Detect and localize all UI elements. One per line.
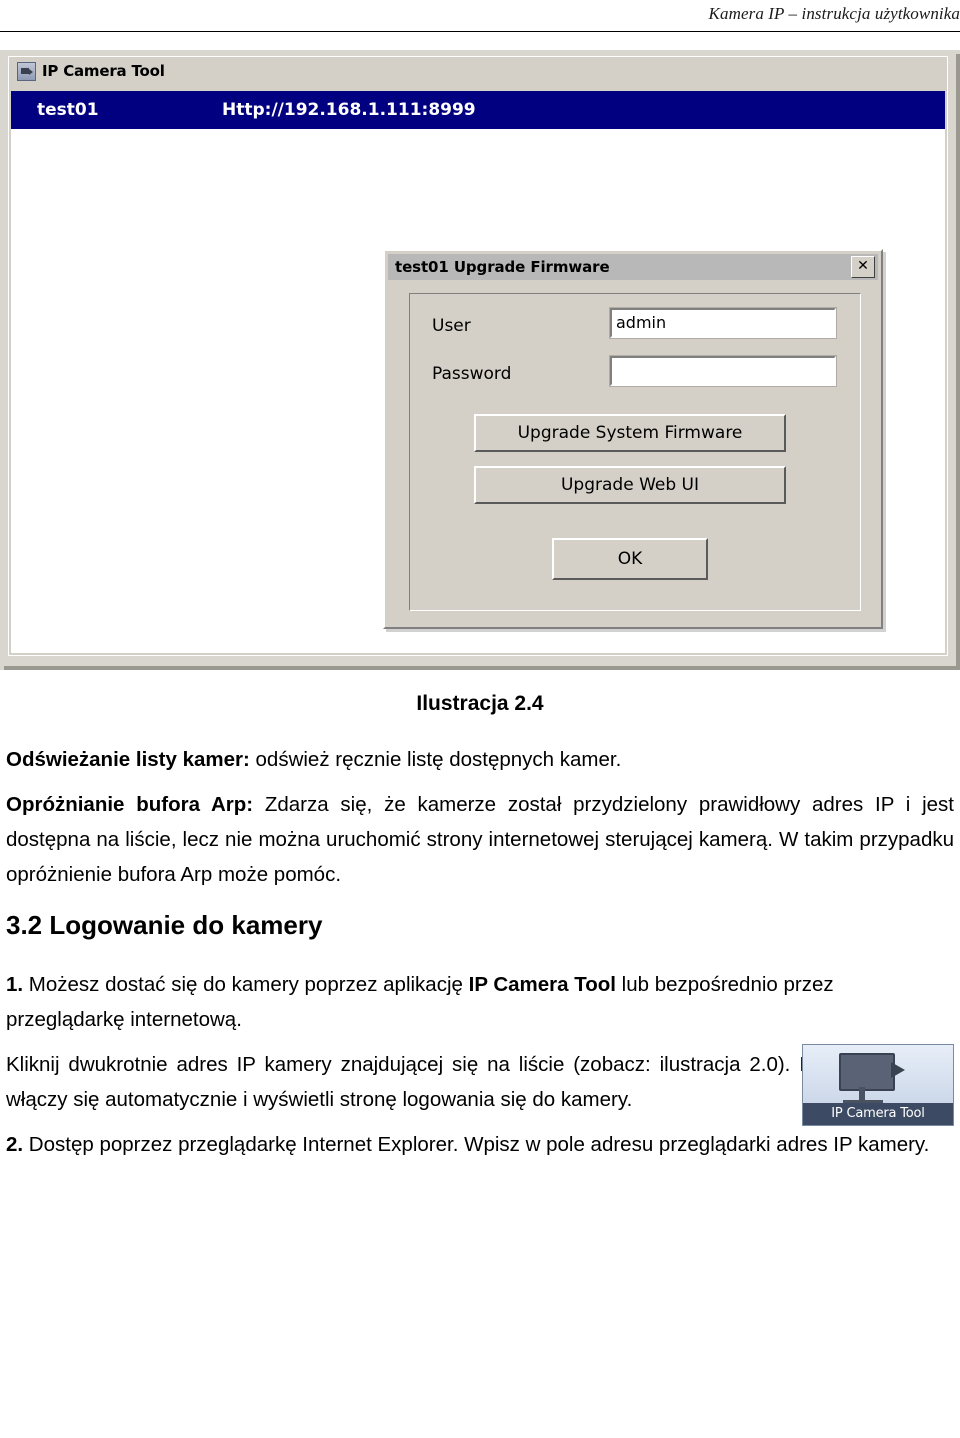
paragraph-arp-bold: Opróżnianie bufora Arp: bbox=[6, 793, 254, 816]
running-title: Kamera IP – instrukcja użytkownika bbox=[708, 4, 960, 23]
paragraph-item-2: 2. Dostęp poprzez przeglądarkę Internet … bbox=[6, 1127, 954, 1162]
upgrade-web-ui-button[interactable]: Upgrade Web UI bbox=[474, 466, 786, 504]
window-titlebar: IP Camera Tool bbox=[9, 57, 947, 85]
upgrade-firmware-dialog: test01 Upgrade Firmware ✕ User admin Pas… bbox=[383, 249, 883, 629]
figure-screenshot: IP Camera Tool test01 Http://192.168.1.1… bbox=[0, 50, 960, 670]
upgrade-system-firmware-button[interactable]: Upgrade System Firmware bbox=[474, 414, 786, 452]
camera-list-row[interactable]: test01 Http://192.168.1.111:8999 bbox=[11, 91, 945, 129]
page-header: Kamera IP – instrukcja użytkownika bbox=[0, 0, 960, 40]
camera-url: Http://192.168.1.111:8999 bbox=[222, 100, 476, 120]
figure-caption: Ilustracja 2.4 bbox=[416, 692, 544, 715]
paragraph-item-1-bold: IP Camera Tool bbox=[468, 973, 616, 996]
figure-shadow-right bbox=[956, 54, 960, 670]
section-heading-3-2: 3.2 Logowanie do kamery bbox=[6, 910, 323, 940]
paragraph-refresh-text: odśwież ręcznie listę dostępnych kamer. bbox=[249, 748, 622, 771]
paragraph-item-1: 1. Możesz dostać się do kamery poprzez a… bbox=[6, 967, 954, 1037]
paragraph-arp: Opróżnianie bufora Arp: Zdarza się, że k… bbox=[6, 787, 954, 892]
password-label: Password bbox=[432, 364, 512, 384]
window-title: IP Camera Tool bbox=[42, 62, 165, 80]
camera-name: test01 bbox=[37, 100, 99, 120]
paragraph-item-1-text-a: Możesz dostać się do kamery poprzez apli… bbox=[23, 973, 469, 996]
dialog-title: test01 Upgrade Firmware bbox=[395, 258, 610, 276]
figure-shadow-bottom bbox=[4, 666, 960, 670]
close-icon[interactable]: ✕ bbox=[851, 256, 875, 278]
ok-button[interactable]: OK bbox=[552, 538, 708, 580]
ip-camera-tool-window: IP Camera Tool test01 Http://192.168.1.1… bbox=[8, 56, 948, 656]
paragraph-item-2-number: 2. bbox=[6, 1133, 24, 1156]
dialog-titlebar: test01 Upgrade Firmware ✕ bbox=[388, 254, 878, 280]
dialog-content-panel: User admin Password Upgrade System Firmw… bbox=[409, 293, 861, 611]
user-label: User bbox=[432, 316, 471, 336]
user-input[interactable]: admin bbox=[609, 307, 837, 339]
camera-body-icon bbox=[839, 1053, 905, 1091]
paragraph-item-2-text: Dostęp poprzez przeglądarkę Internet Exp… bbox=[23, 1133, 930, 1156]
camera-list-body: test01 Upgrade Firmware ✕ User admin Pas… bbox=[11, 129, 945, 653]
paragraph-refresh-bold: Odświeżanie listy kamer: bbox=[6, 748, 250, 771]
close-icon-glyph: ✕ bbox=[857, 258, 869, 274]
header-divider bbox=[0, 31, 960, 32]
paragraph-refresh: Odświeżanie listy kamer: odśwież ręcznie… bbox=[6, 742, 954, 777]
camera-icon bbox=[17, 61, 36, 81]
password-input[interactable] bbox=[609, 355, 837, 387]
ip-camera-tool-icon-label: IP Camera Tool bbox=[803, 1103, 953, 1125]
camera-stand-icon bbox=[859, 1087, 865, 1101]
ip-camera-tool-icon: IP Camera Tool bbox=[802, 1044, 954, 1126]
paragraph-item-1-number: 1. bbox=[6, 973, 24, 996]
